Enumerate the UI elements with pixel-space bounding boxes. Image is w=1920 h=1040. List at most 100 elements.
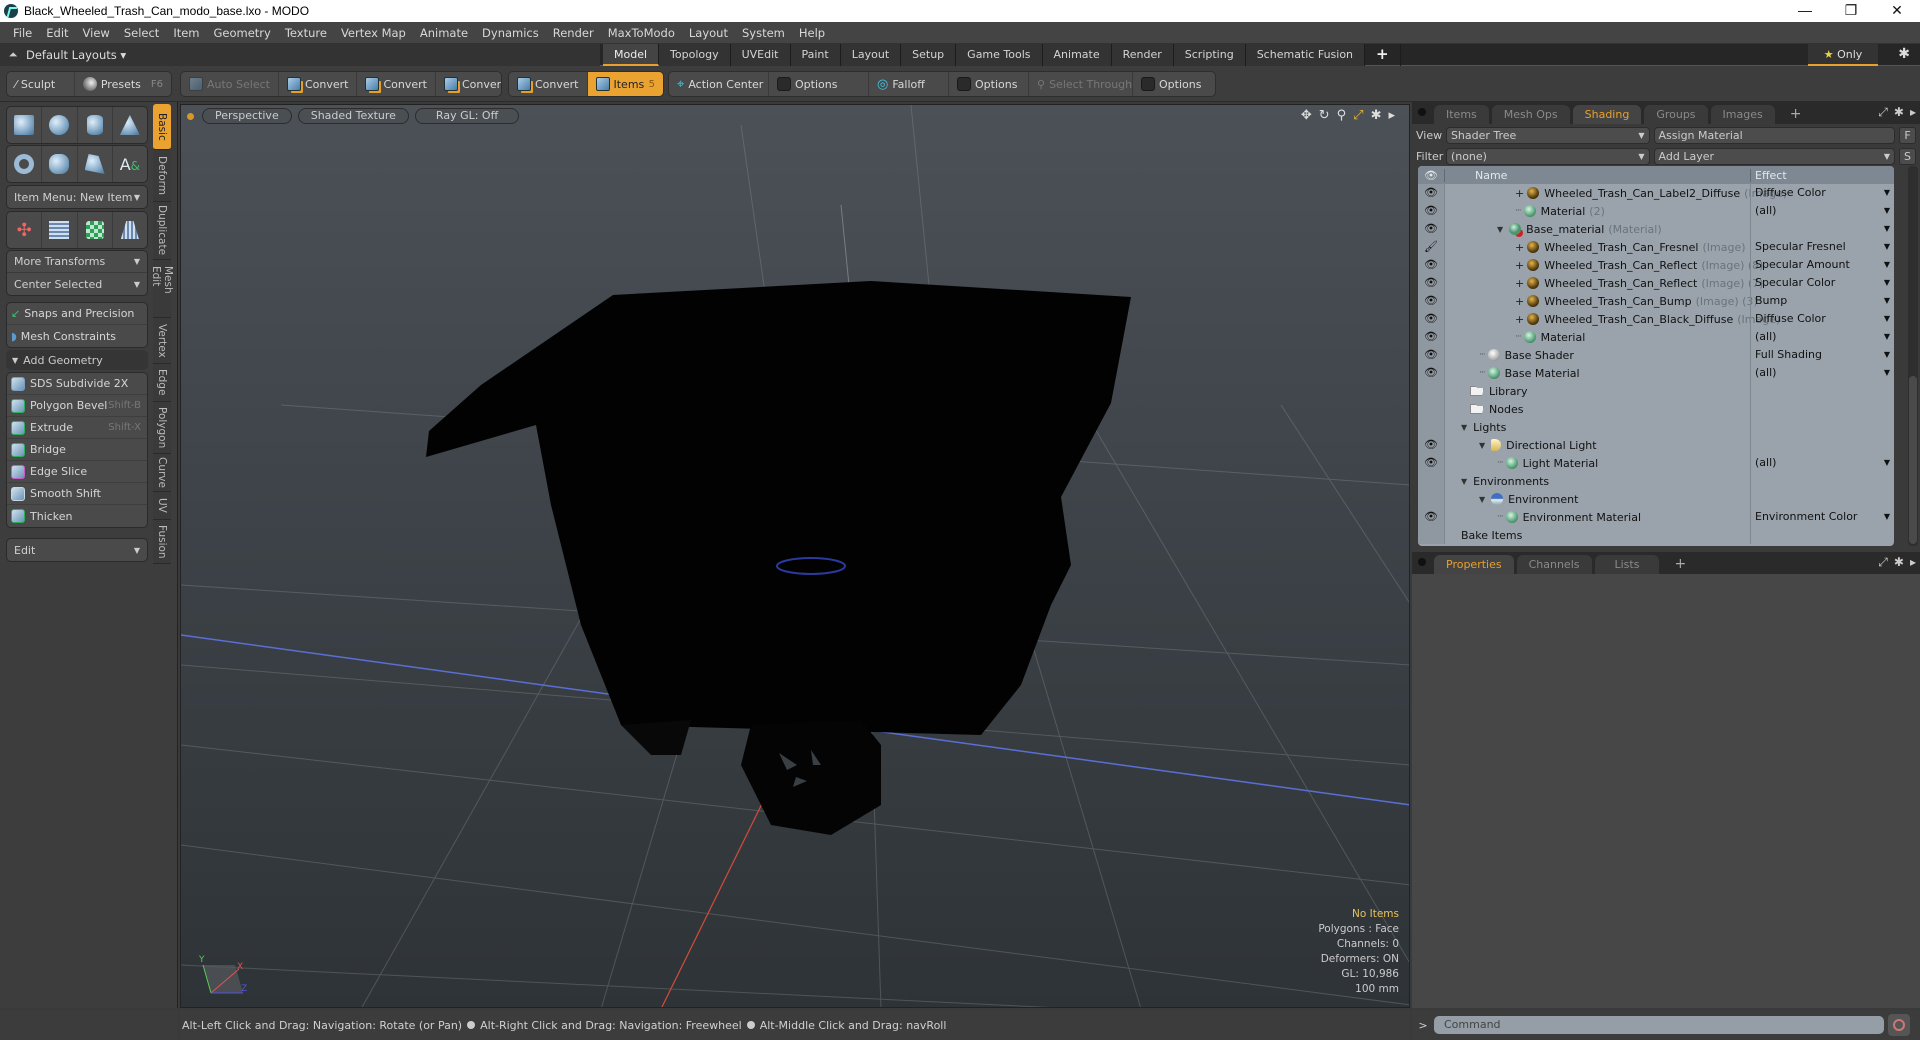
- tool-sds-subdivide-2x[interactable]: SDS Subdivide 2X: [7, 373, 147, 395]
- taper-button[interactable]: [113, 212, 147, 248]
- shader-tree-row[interactable]: ▼ Environment: [1418, 490, 1894, 508]
- arrow-right-icon[interactable]: ▸: [1910, 105, 1916, 120]
- falloff-options-button[interactable]: Options: [949, 72, 1029, 96]
- capsule-primitive-button[interactable]: [42, 146, 78, 182]
- vtab-curve[interactable]: Curve: [153, 454, 171, 492]
- menu-file[interactable]: File: [6, 26, 39, 40]
- menu-texture[interactable]: Texture: [278, 26, 334, 40]
- menu-item[interactable]: Item: [166, 26, 206, 40]
- vtab-vertex[interactable]: Vertex: [153, 318, 171, 364]
- record-button[interactable]: [1888, 1014, 1910, 1036]
- expand-plus-icon[interactable]: +: [1515, 187, 1524, 200]
- eye-visibility-icon[interactable]: 👁: [1418, 454, 1444, 472]
- view-type-button[interactable]: Perspective: [202, 108, 292, 124]
- presets-button[interactable]: Presets F6: [75, 72, 171, 96]
- expand-plus-icon[interactable]: +: [1515, 313, 1524, 326]
- convert-vertices-button[interactable]: Convert: [279, 72, 358, 96]
- mesh-grid-button[interactable]: [42, 212, 78, 248]
- menu-render[interactable]: Render: [546, 26, 601, 40]
- eye-visibility-icon[interactable]: 👁: [1418, 202, 1444, 220]
- shader-tree-row[interactable]: 👁 ··· Material (2) (all) ▼: [1418, 202, 1894, 220]
- tab-images[interactable]: Images: [1710, 105, 1775, 124]
- layout-up-icon[interactable]: ⏶: [0, 48, 26, 62]
- tool-extrude[interactable]: Extrude Shift-X: [7, 417, 147, 439]
- eye-visibility-icon[interactable]: 👁: [1418, 436, 1444, 454]
- effect-column-header[interactable]: Effect: [1750, 168, 1787, 182]
- menu-select[interactable]: Select: [117, 26, 166, 40]
- zoom-icon[interactable]: ⚲: [1337, 108, 1347, 123]
- tab-lists[interactable]: Lists: [1594, 555, 1660, 574]
- cube-primitive-button[interactable]: [7, 107, 43, 143]
- select-through-button[interactable]: ⚲ Select Through: [1029, 72, 1133, 96]
- layout-tab-topology[interactable]: Topology: [659, 43, 731, 66]
- menu-help[interactable]: Help: [792, 26, 832, 40]
- tab-properties[interactable]: Properties: [1434, 555, 1514, 574]
- shader-tree-row[interactable]: 👁 + Wheeled_Trash_Can_Label2_Diffuse (Image…: [1418, 184, 1894, 202]
- layout-tab-animate[interactable]: Animate: [1042, 43, 1112, 66]
- add-geometry-header[interactable]: ▼ Add Geometry: [6, 350, 148, 370]
- shader-tree-row[interactable]: Nodes: [1418, 400, 1894, 418]
- rotate-icon[interactable]: ↻: [1319, 108, 1330, 123]
- shader-tree-row[interactable]: 👁 ▼ Base_material (Material) ▼: [1418, 220, 1894, 238]
- effect-dropdown[interactable]: (all) ▼: [1750, 328, 1894, 346]
- tool-edge-slice[interactable]: Edge Slice: [7, 461, 147, 483]
- arrow-right-icon[interactable]: ▸: [1388, 108, 1395, 123]
- menu-animate[interactable]: Animate: [413, 26, 475, 40]
- pen-tool-button[interactable]: [78, 146, 113, 182]
- shader-tree-row[interactable]: 👁 ▼ Directional Light: [1418, 436, 1894, 454]
- add-tab-button[interactable]: +: [1778, 105, 1814, 124]
- snaps-precision-button[interactable]: ↙ Snaps and Precision: [7, 303, 147, 325]
- menu-view[interactable]: View: [76, 26, 117, 40]
- visibility-empty[interactable]: [1418, 472, 1444, 490]
- menu-layout[interactable]: Layout: [682, 26, 735, 40]
- eye-visibility-icon[interactable]: 👁: [1418, 292, 1444, 310]
- menu-edit[interactable]: Edit: [39, 26, 75, 40]
- effect-dropdown[interactable]: Full Shading ▼: [1750, 346, 1894, 364]
- effect-dropdown[interactable]: Environment Color ▼: [1750, 508, 1894, 526]
- effect-dropdown[interactable]: ▼: [1750, 220, 1894, 238]
- cylinder-primitive-button[interactable]: [78, 107, 113, 143]
- vtab-polygon[interactable]: Polygon: [153, 402, 171, 454]
- layout-tab-scripting[interactable]: Scripting: [1173, 43, 1246, 66]
- close-button[interactable]: ✕: [1874, 0, 1920, 22]
- visibility-empty[interactable]: [1418, 400, 1444, 418]
- convert-edges-button[interactable]: Convert: [357, 72, 436, 96]
- shader-tree-row[interactable]: 👁 + Wheeled_Trash_Can_Reflect (Image) (8) Sp…: [1418, 256, 1894, 274]
- minimize-button[interactable]: —: [1782, 0, 1828, 22]
- layout-tab-schematic-fusion[interactable]: Schematic Fusion: [1245, 43, 1366, 66]
- shader-tree-row[interactable]: 👁 + Wheeled_Trash_Can_Reflect (Image) (7) Sp…: [1418, 274, 1894, 292]
- collapse-triangle-icon[interactable]: ▼: [1497, 225, 1503, 234]
- scene-canvas[interactable]: Y X Z: [181, 105, 1410, 1008]
- visibility-empty[interactable]: [1418, 418, 1444, 436]
- collapse-triangle-icon[interactable]: ▼: [1461, 423, 1467, 432]
- vtab-basic[interactable]: Basic: [153, 104, 171, 150]
- menu-system[interactable]: System: [735, 26, 792, 40]
- shader-tree-row[interactable]: 👁 + Wheeled_Trash_Can_Black_Diffuse (Image)…: [1418, 310, 1894, 328]
- default-layouts-dropdown[interactable]: Default Layouts ▾: [26, 48, 126, 62]
- effect-dropdown[interactable]: (all) ▼: [1750, 454, 1894, 472]
- sphere-primitive-button[interactable]: [42, 107, 78, 143]
- menu-vertex-map[interactable]: Vertex Map: [334, 26, 413, 40]
- layout-tab-paint[interactable]: Paint: [790, 43, 841, 66]
- maximize-button[interactable]: ❐: [1828, 0, 1874, 22]
- expand-icon[interactable]: ⤢: [1878, 105, 1888, 120]
- maximize-icon[interactable]: ⤢: [1353, 108, 1363, 123]
- add-layout-tab-button[interactable]: +: [1365, 43, 1401, 66]
- visibility-empty[interactable]: [1418, 526, 1444, 544]
- center-selected-dropdown[interactable]: Center Selected ▼: [7, 273, 147, 295]
- layout-tab-render[interactable]: Render: [1111, 43, 1174, 66]
- mesh-constraints-button[interactable]: ◗ Mesh Constraints: [7, 325, 147, 347]
- expand-plus-icon[interactable]: +: [1515, 277, 1524, 290]
- effect-dropdown[interactable]: Bump ▼: [1750, 292, 1894, 310]
- shader-tree-scrollbar[interactable]: [1908, 166, 1918, 546]
- expand-plus-icon[interactable]: +: [1515, 259, 1524, 272]
- tab-groups[interactable]: Groups: [1644, 105, 1708, 124]
- collapse-triangle-icon[interactable]: ▼: [1479, 441, 1485, 450]
- layout-tab-game-tools[interactable]: Game Tools: [956, 43, 1043, 66]
- expand-plus-icon[interactable]: +: [1515, 241, 1524, 254]
- paint-brush-icon[interactable]: 🖌: [1418, 238, 1444, 256]
- assign-material-button[interactable]: Assign Material: [1653, 127, 1896, 144]
- shader-tree-row[interactable]: 👁 ··· Environment Material Environment Colo…: [1418, 508, 1894, 526]
- auto-select-button[interactable]: Auto Select: [181, 72, 279, 96]
- shader-tree-row[interactable]: Library: [1418, 382, 1894, 400]
